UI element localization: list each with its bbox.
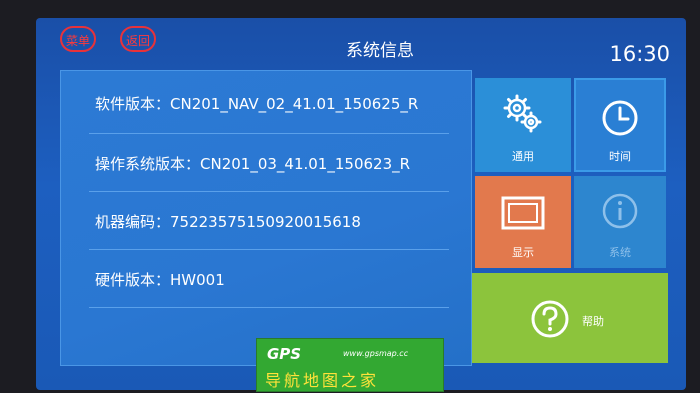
watermark-logo: GPS [267,345,302,363]
help-tile[interactable]: 帮助 [472,273,668,363]
divider [89,133,449,134]
machine-code: 机器编码：75223575150920015618 [95,213,361,231]
menu-button[interactable]: 菜单 [60,26,96,52]
page-title: 系统信息 [346,41,414,61]
divider [89,191,449,192]
watermark-text: 导航地图之家 [265,371,380,390]
divider [89,249,449,250]
software-version: 软件版本：CN201_NAV_02_41.01_150625_R [95,95,419,113]
help-icon [531,300,569,338]
gear-icon [503,94,542,133]
display-settings-tile[interactable]: 显示 [475,176,571,268]
divider [89,307,449,308]
tile-label-time: 时间 [609,150,631,163]
time-settings-tile[interactable]: 时间 [574,78,666,172]
os-version: 操作系统版本：CN201_03_41.01_150623_R [95,155,411,173]
display-icon [501,196,545,230]
tile-label-system: 系统 [609,246,631,259]
tile-label-general: 通用 [512,150,534,163]
info-icon [602,193,638,229]
back-button[interactable]: 返回 [120,26,156,52]
watermark-url: www.gpsmap.cc [343,349,409,358]
watermark: GPS www.gpsmap.cc 导航地图之家 [256,338,444,392]
system-info-panel: 软件版本：CN201_NAV_02_41.01_150625_R 操作系统版本：… [60,70,472,366]
tile-label-help: 帮助 [582,315,604,328]
general-settings-tile[interactable]: 通用 [475,78,571,172]
hardware-version: 硬件版本：HW001 [95,271,225,289]
system-settings-tile[interactable]: 系统 [574,176,666,268]
clock-time: 16:30 [609,42,670,66]
clock-icon [602,100,638,136]
tile-label-display: 显示 [512,246,534,259]
